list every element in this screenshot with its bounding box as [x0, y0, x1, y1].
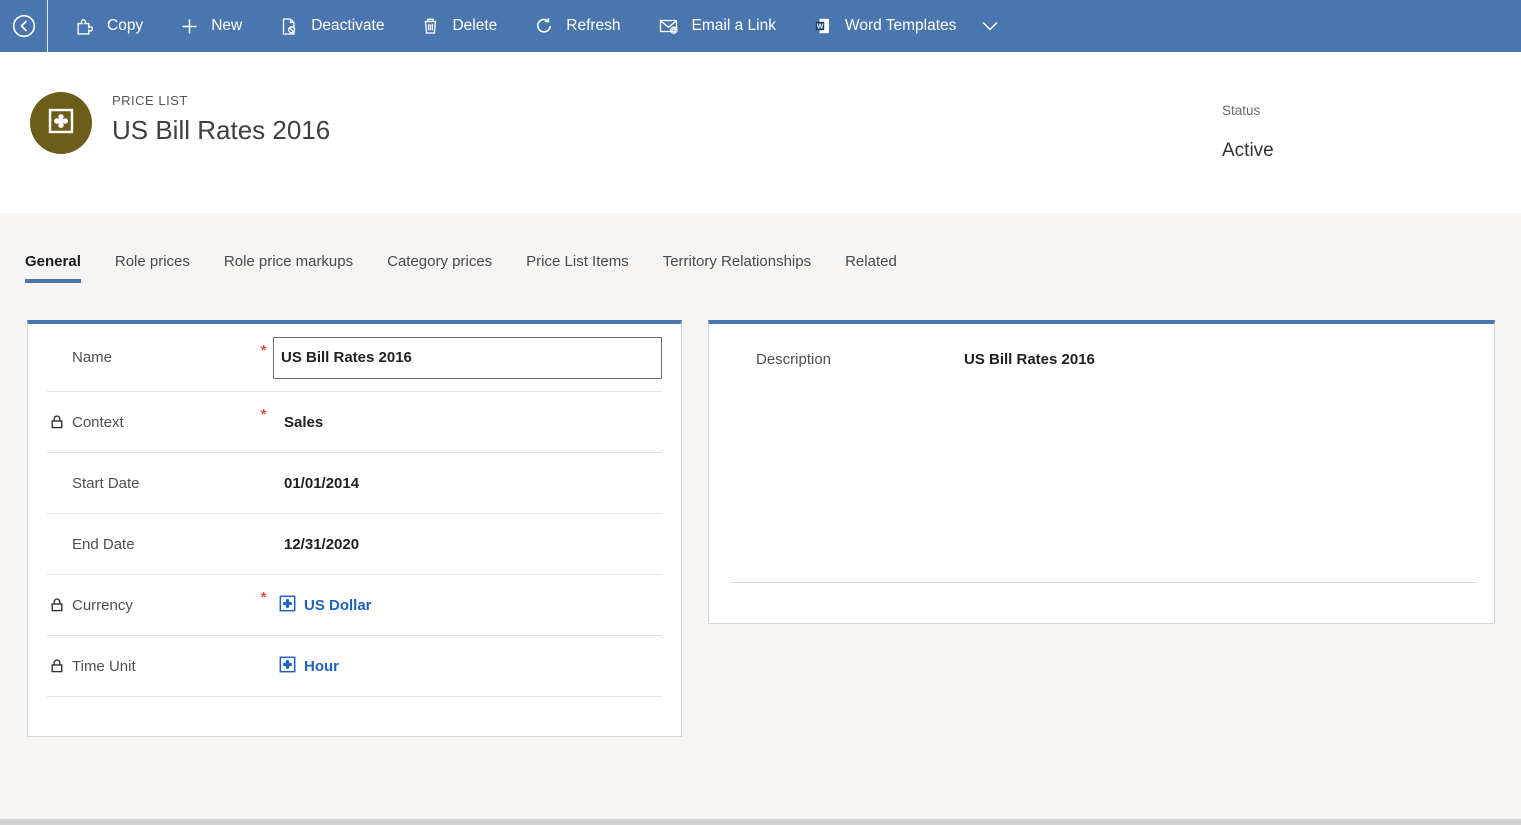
currency-lookup-link[interactable]: US Dollar: [273, 595, 662, 616]
record-header: PRICE LIST US Bill Rates 2016 Status Act…: [0, 52, 1521, 213]
email-link-icon: [659, 18, 679, 35]
name-input[interactable]: [273, 337, 662, 379]
form-cards: Name * Context * Sales Sta: [27, 320, 1495, 737]
horizontal-scrollbar[interactable]: [0, 819, 1521, 825]
refresh-icon: [535, 17, 553, 35]
required-marker: *: [261, 575, 267, 606]
deactivate-button[interactable]: Deactivate: [261, 0, 403, 52]
tab-general[interactable]: General: [25, 253, 81, 283]
name-field-label: Name: [72, 349, 254, 366]
time-unit-field-value: Hour: [304, 658, 339, 675]
field-row-start-date: Start Date 01/01/2014: [47, 453, 662, 514]
status-block: Status Active: [1222, 103, 1274, 162]
description-field-value[interactable]: US Bill Rates 2016: [964, 351, 1472, 368]
description-card: Description US Bill Rates 2016: [708, 320, 1495, 624]
time-unit-lookup-link[interactable]: Hour: [273, 656, 662, 677]
tab-price-list-items[interactable]: Price List Items: [526, 253, 629, 283]
command-bar-items: Copy New Deactivate: [48, 0, 1017, 52]
form-tabs: General Role prices Role price markups C…: [0, 213, 1521, 283]
header-titles: PRICE LIST US Bill Rates 2016: [112, 93, 330, 146]
field-row-time-unit: Time Unit Hour: [47, 636, 662, 697]
back-button[interactable]: [0, 0, 48, 52]
word-file-icon: W: [814, 17, 832, 35]
page-title: US Bill Rates 2016: [112, 115, 330, 146]
field-row-description: Description US Bill Rates 2016: [731, 324, 1472, 368]
plus-icon: [181, 18, 198, 35]
currency-field-label: Currency: [72, 597, 254, 614]
tab-role-prices[interactable]: Role prices: [115, 253, 190, 283]
lock-icon: [47, 598, 72, 612]
tab-role-price-markups[interactable]: Role price markups: [224, 253, 353, 283]
chevron-left-circle-icon: [11, 13, 37, 39]
refresh-button[interactable]: Refresh: [516, 0, 639, 52]
new-button-label: New: [211, 17, 242, 35]
end-date-field-value[interactable]: 12/31/2020: [273, 536, 662, 553]
chevron-down-icon: [982, 22, 998, 31]
required-marker: *: [261, 324, 267, 359]
description-field-label: Description: [756, 351, 964, 368]
document-deactivate-icon: [280, 17, 298, 36]
tab-territory-relationships[interactable]: Territory Relationships: [663, 253, 811, 283]
required-marker: *: [261, 392, 267, 423]
lock-icon: [47, 415, 72, 429]
trash-icon: [422, 17, 439, 35]
context-field-value: Sales: [273, 414, 662, 431]
main-content: General Role prices Role price markups C…: [0, 213, 1521, 825]
word-templates-button-label: Word Templates: [845, 17, 956, 35]
currency-lookup-icon: [279, 595, 296, 616]
delete-button-label: Delete: [452, 17, 497, 35]
new-button[interactable]: New: [162, 0, 261, 52]
lock-icon: [47, 659, 72, 673]
svg-text:W: W: [817, 24, 824, 31]
tab-category-prices[interactable]: Category prices: [387, 253, 492, 283]
start-date-field-label: Start Date: [72, 475, 254, 492]
currency-field-value: US Dollar: [304, 597, 372, 614]
status-value: Active: [1222, 140, 1274, 162]
field-row-currency: Currency * US Dollar: [47, 575, 662, 636]
puzzle-piece-icon: [75, 17, 94, 36]
refresh-button-label: Refresh: [566, 17, 620, 35]
email-a-link-button-label: Email a Link: [692, 17, 776, 35]
command-bar: Copy New Deactivate: [0, 0, 1521, 52]
end-date-field-label: End Date: [72, 536, 254, 553]
avatar: [30, 92, 92, 154]
time-unit-field-label: Time Unit: [72, 658, 254, 675]
deactivate-button-label: Deactivate: [311, 17, 384, 35]
start-date-field-value[interactable]: 01/01/2014: [273, 475, 662, 492]
price-list-entity-icon: [48, 108, 74, 139]
field-row-end-date: End Date 12/31/2020: [47, 514, 662, 575]
field-row-context: Context * Sales: [47, 392, 662, 453]
copy-button-label: Copy: [107, 17, 143, 35]
word-templates-button[interactable]: W Word Templates: [795, 0, 1017, 52]
email-a-link-button[interactable]: Email a Link: [640, 0, 795, 52]
general-fields-card: Name * Context * Sales Sta: [27, 320, 682, 737]
context-field-label: Context: [72, 414, 254, 431]
status-label: Status: [1222, 103, 1274, 118]
delete-button[interactable]: Delete: [403, 0, 516, 52]
copy-button[interactable]: Copy: [56, 0, 162, 52]
time-unit-lookup-icon: [279, 656, 296, 677]
field-row-name: Name *: [47, 324, 662, 392]
tab-related[interactable]: Related: [845, 253, 897, 283]
entity-type-label: PRICE LIST: [112, 93, 330, 108]
